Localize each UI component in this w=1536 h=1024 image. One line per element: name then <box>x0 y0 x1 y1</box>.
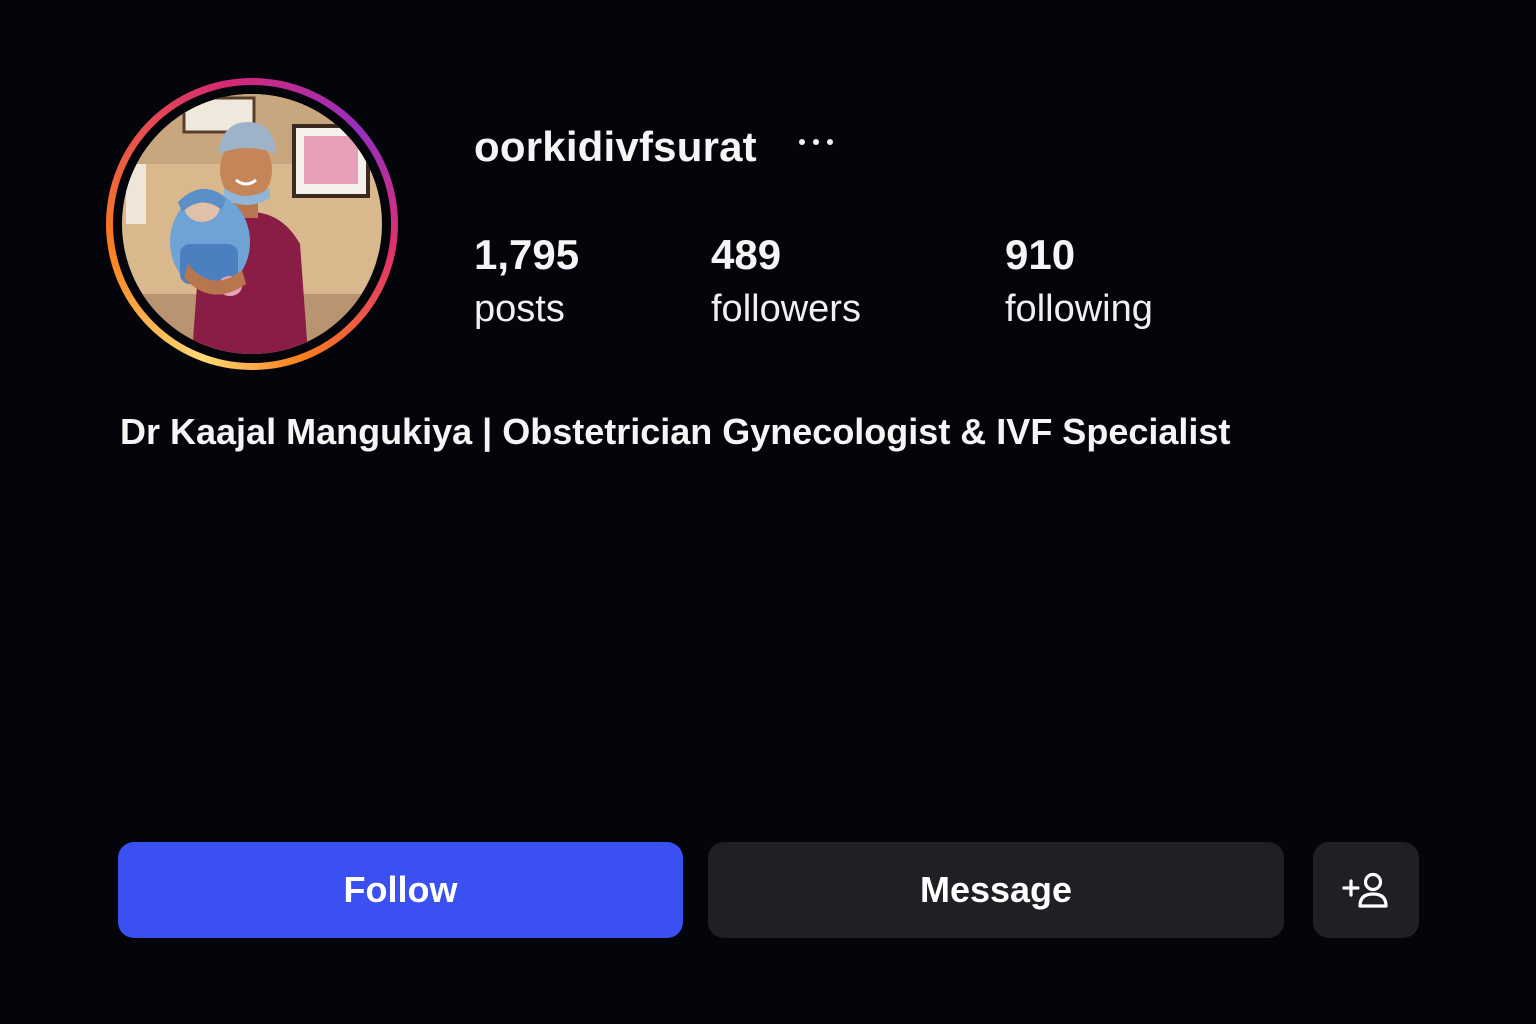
avatar-photo <box>122 94 382 354</box>
posts-label: posts <box>474 288 565 330</box>
avatar-image <box>122 94 382 354</box>
stat-posts[interactable]: 1,795 posts <box>474 230 579 334</box>
add-person-icon <box>1342 872 1388 908</box>
stat-following[interactable]: 910 following <box>1005 230 1153 334</box>
more-options-icon[interactable] <box>794 128 840 158</box>
stat-followers[interactable]: 489 followers <box>711 230 861 334</box>
profile-avatar[interactable] <box>106 78 398 370</box>
suggest-people-button[interactable] <box>1313 842 1419 938</box>
following-label: following <box>1005 288 1153 330</box>
follow-button[interactable]: Follow <box>118 842 683 938</box>
profile-page: oorkidivfsurat 1,795 posts 489 followers… <box>0 0 1536 1024</box>
followers-count: 489 <box>711 231 782 278</box>
following-count: 910 <box>1005 231 1076 278</box>
posts-count: 1,795 <box>474 231 580 278</box>
profile-username: oorkidivfsurat <box>474 123 757 170</box>
message-button[interactable]: Message <box>708 842 1284 938</box>
profile-bio: Dr Kaajal Mangukiya | Obstetrician Gynec… <box>120 411 1231 452</box>
followers-label: followers <box>711 288 861 330</box>
